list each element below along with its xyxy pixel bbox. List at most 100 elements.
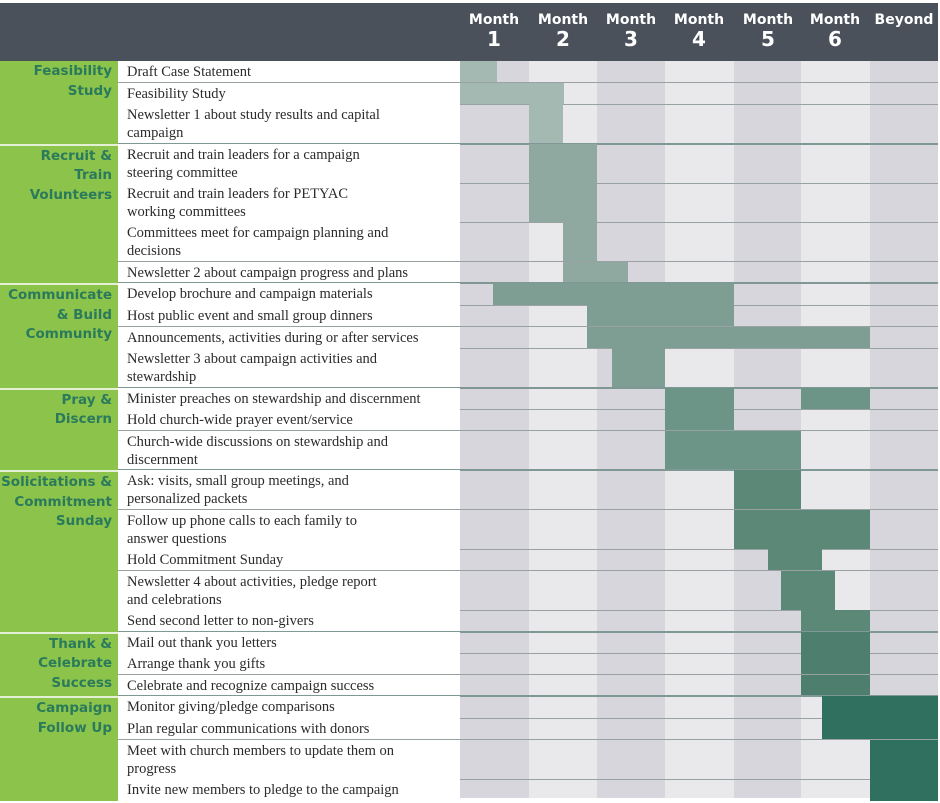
- group-label-line: Sunday: [55, 513, 112, 530]
- task-label-text: Plan regular communications with donors: [127, 721, 370, 737]
- gantt-bar: [460, 82, 565, 105]
- gantt-bar: [529, 104, 563, 144]
- group-label-line: & Build: [56, 306, 112, 323]
- task-label: Hold Commitment Sunday: [118, 549, 460, 571]
- gantt-bar: [563, 222, 597, 262]
- task-label: Arrange thank you gifts: [118, 653, 460, 675]
- task-label-text: Arrange thank you gifts: [127, 656, 266, 673]
- task-label: Monitor giving/pledge comparisons: [118, 696, 460, 718]
- group-label: Solicitations & Commitment Sunday: [0, 470, 118, 632]
- gantt-bar: [665, 430, 801, 471]
- task-label-text: Celebrate and recognize campaign success: [127, 677, 375, 694]
- task-label-text: Newsletter 4 about activities, pledge re…: [127, 573, 377, 608]
- task-label: Feasibility Study: [118, 82, 460, 105]
- task-label-text: Ask: visits, small group meetings, and p…: [127, 473, 349, 508]
- group-label-line: Discern: [54, 411, 112, 428]
- gantt-bar: [665, 387, 734, 410]
- gantt-bar: [460, 61, 498, 83]
- task-label-text: Monitor giving/pledge comparisons: [127, 699, 335, 716]
- task-label: Church-wide discussions on stewardship a…: [118, 430, 460, 471]
- task-label: Newsletter 4 about activities, pledge re…: [118, 570, 460, 610]
- group-label: Feasibility Study: [0, 61, 118, 144]
- task-label-text: Church-wide discussions on stewardship a…: [127, 433, 388, 468]
- gantt-bar: [529, 143, 597, 183]
- gantt-bar: [734, 509, 870, 549]
- group-label-line: Volunteers: [29, 186, 112, 203]
- task-label: Newsletter 1 about study results and cap…: [118, 104, 460, 144]
- group-label: Campaign Follow Up: [0, 696, 118, 801]
- task-label-text: Draft Case Statement: [127, 64, 252, 80]
- gantt-bar: [801, 631, 870, 654]
- task-label-text: Hold church-wide prayer event/service: [127, 412, 353, 429]
- gantt-bar: [801, 610, 870, 632]
- gantt-bar: [870, 779, 938, 801]
- gantt-bar: [821, 696, 938, 718]
- group-label-line: Study: [67, 82, 112, 99]
- gantt-bar: [801, 653, 870, 675]
- gantt-bar: [493, 283, 734, 305]
- task-label-text: Newsletter 1 about study results and cap…: [127, 107, 380, 142]
- group-label-line: Train: [74, 167, 112, 184]
- gantt-chart: Draft Case Statement Feasibility Study New…: [0, 0, 940, 803]
- gantt-bar: [563, 261, 628, 284]
- task-label-text: Hold Commitment Sunday: [127, 552, 284, 568]
- gantt-bar: [767, 549, 822, 571]
- task-label-text: Follow up phone calls to each family to …: [127, 512, 357, 547]
- task-label: Recruit and train leaders for PETYAC wor…: [118, 183, 460, 223]
- task-label: Newsletter 2 about campaign progress and…: [118, 261, 460, 284]
- gantt-bar: [611, 348, 665, 388]
- task-label: Ask: visits, small group meetings, and p…: [118, 470, 460, 510]
- group-label-line: Campaign: [36, 700, 112, 717]
- group-label-line: Solicitations &: [1, 474, 112, 491]
- task-label: Meet with church members to update them …: [118, 739, 460, 779]
- gantt-bar: [665, 409, 734, 431]
- task-label-text: Meet with church members to update them …: [127, 742, 394, 777]
- gantt-bar: [587, 305, 734, 327]
- gantt-bar: [821, 718, 938, 740]
- task-label: Newsletter 3 about campaign activities a…: [118, 348, 460, 388]
- group-label: Communicate & Build Community: [0, 283, 118, 388]
- gantt-bar: [529, 183, 597, 223]
- group-label-line: Commitment: [14, 493, 112, 510]
- task-label: Recruit and train leaders for a campaign…: [118, 143, 460, 183]
- task-label-text: Newsletter 2 about campaign progress and…: [127, 264, 409, 281]
- group-label: Recruit & Train Volunteers: [0, 143, 118, 284]
- task-label: Announcements, activities during or afte…: [118, 326, 460, 349]
- task-label: Develop brochure and campaign materials: [118, 283, 460, 305]
- gantt-bar: [780, 570, 836, 610]
- group-label: Thank & Celebrate Success: [0, 631, 118, 697]
- group-label-line: Pray &: [61, 391, 112, 408]
- task-label-text: Mail out thank you letters: [127, 634, 277, 651]
- task-label-text: Send second letter to non-givers: [127, 613, 314, 629]
- group-label-line: Feasibility: [33, 63, 112, 79]
- task-label-text: Recruit and train leaders for PETYAC wor…: [127, 186, 349, 220]
- group-label-line: Community: [25, 326, 112, 343]
- gantt-bar: [587, 326, 870, 349]
- task-label-text: Recruit and train leaders for a campaign…: [127, 146, 360, 181]
- task-label: Mail out thank you letters: [118, 631, 460, 654]
- task-label: Hold church-wide prayer event/service: [118, 409, 460, 431]
- task-label: Send second letter to non-givers: [118, 610, 460, 632]
- gantt-bar: [801, 387, 870, 410]
- task-label: Minister preaches on stewardship and dis…: [118, 387, 460, 410]
- task-label-text: Feasibility Study: [127, 85, 226, 102]
- group-label-line: Recruit &: [40, 147, 112, 164]
- task-label: Invite new members to pledge to the camp…: [118, 779, 460, 801]
- gantt-bar: [734, 470, 801, 510]
- group-label-line: Communicate: [8, 287, 112, 304]
- gantt-bar: [801, 674, 870, 697]
- task-label-text: Host public event and small group dinner…: [127, 308, 373, 324]
- task-label-text: Committees meet for campaign planning an…: [127, 225, 389, 260]
- task-label: Follow up phone calls to each family to …: [118, 509, 460, 549]
- task-label: Draft Case Statement: [118, 61, 460, 83]
- task-label: Committees meet for campaign planning an…: [118, 222, 460, 262]
- group-label-line: Follow Up: [37, 719, 112, 736]
- task-label-text: Invite new members to pledge to the camp…: [127, 782, 399, 798]
- group-label-line: Thank &: [49, 635, 112, 652]
- task-label-text: Newsletter 3 about campaign activities a…: [127, 351, 378, 386]
- task-label-text: Develop brochure and campaign materials: [127, 286, 373, 303]
- task-label: Celebrate and recognize campaign success: [118, 674, 460, 697]
- group-label: Pray & Discern: [0, 387, 118, 471]
- task-label-text: Minister preaches on stewardship and dis…: [127, 390, 421, 407]
- group-label-line: Celebrate: [38, 655, 112, 672]
